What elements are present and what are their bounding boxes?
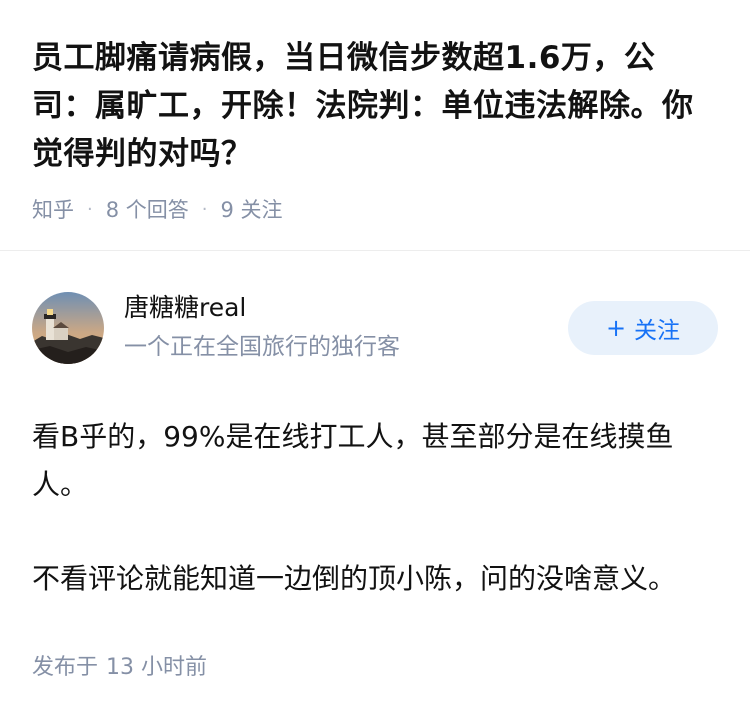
author-row: 唐糖糖real 一个正在全国旅行的独行客 + 关注 xyxy=(32,251,718,399)
question-header: 员工脚痛请病假，当日微信步数超1.6万，公司：属旷工，开除！法院判：单位违法解除… xyxy=(0,0,750,250)
author-name[interactable]: 唐糖糖real xyxy=(124,291,568,325)
lighthouse-photo-avatar-icon xyxy=(32,292,104,364)
answer-card: 唐糖糖real 一个正在全国旅行的独行客 + 关注 看B乎的，99%是在线打工人… xyxy=(0,251,750,681)
follow-button[interactable]: + 关注 xyxy=(568,301,718,355)
answer-paragraph: 不看评论就能知道一边倒的顶小陈，问的没啥意义。 xyxy=(32,562,677,595)
author-bio: 一个正在全国旅行的独行客 xyxy=(124,334,400,360)
zhihu-answer-page: 员工脚痛请病假，当日微信步数超1.6万，公司：属旷工，开除！法院判：单位违法解除… xyxy=(0,0,750,720)
follow-count[interactable]: 9 关注 xyxy=(221,194,283,224)
answer-paragraph: 看B乎的，99%是在线打工人，甚至部分是在线摸鱼人。 xyxy=(32,420,674,501)
question-meta: 知乎 · 8 个回答 · 9 关注 xyxy=(32,194,718,224)
follow-button-label: 关注 xyxy=(634,318,681,344)
source-label[interactable]: 知乎 xyxy=(32,194,74,224)
published-time-value: 13 小时前 xyxy=(106,655,208,680)
plus-icon: + xyxy=(605,314,627,342)
answer-body: 看B乎的，99%是在线打工人，甚至部分是在线摸鱼人。 不看评论就能知道一边倒的顶… xyxy=(32,413,718,603)
published-label: 发布于 xyxy=(32,655,99,680)
meta-separator-dot: · xyxy=(201,198,208,220)
meta-separator-dot: · xyxy=(87,198,93,220)
author-info: 唐糖糖real 一个正在全国旅行的独行客 xyxy=(124,291,568,365)
avatar[interactable] xyxy=(32,292,104,364)
answer-count[interactable]: 8 个回答 xyxy=(106,194,189,224)
published-time: 发布于 13 小时前 xyxy=(32,649,718,681)
question-title[interactable]: 员工脚痛请病假，当日微信步数超1.6万，公司：属旷工，开除！法院判：单位违法解除… xyxy=(32,34,718,178)
